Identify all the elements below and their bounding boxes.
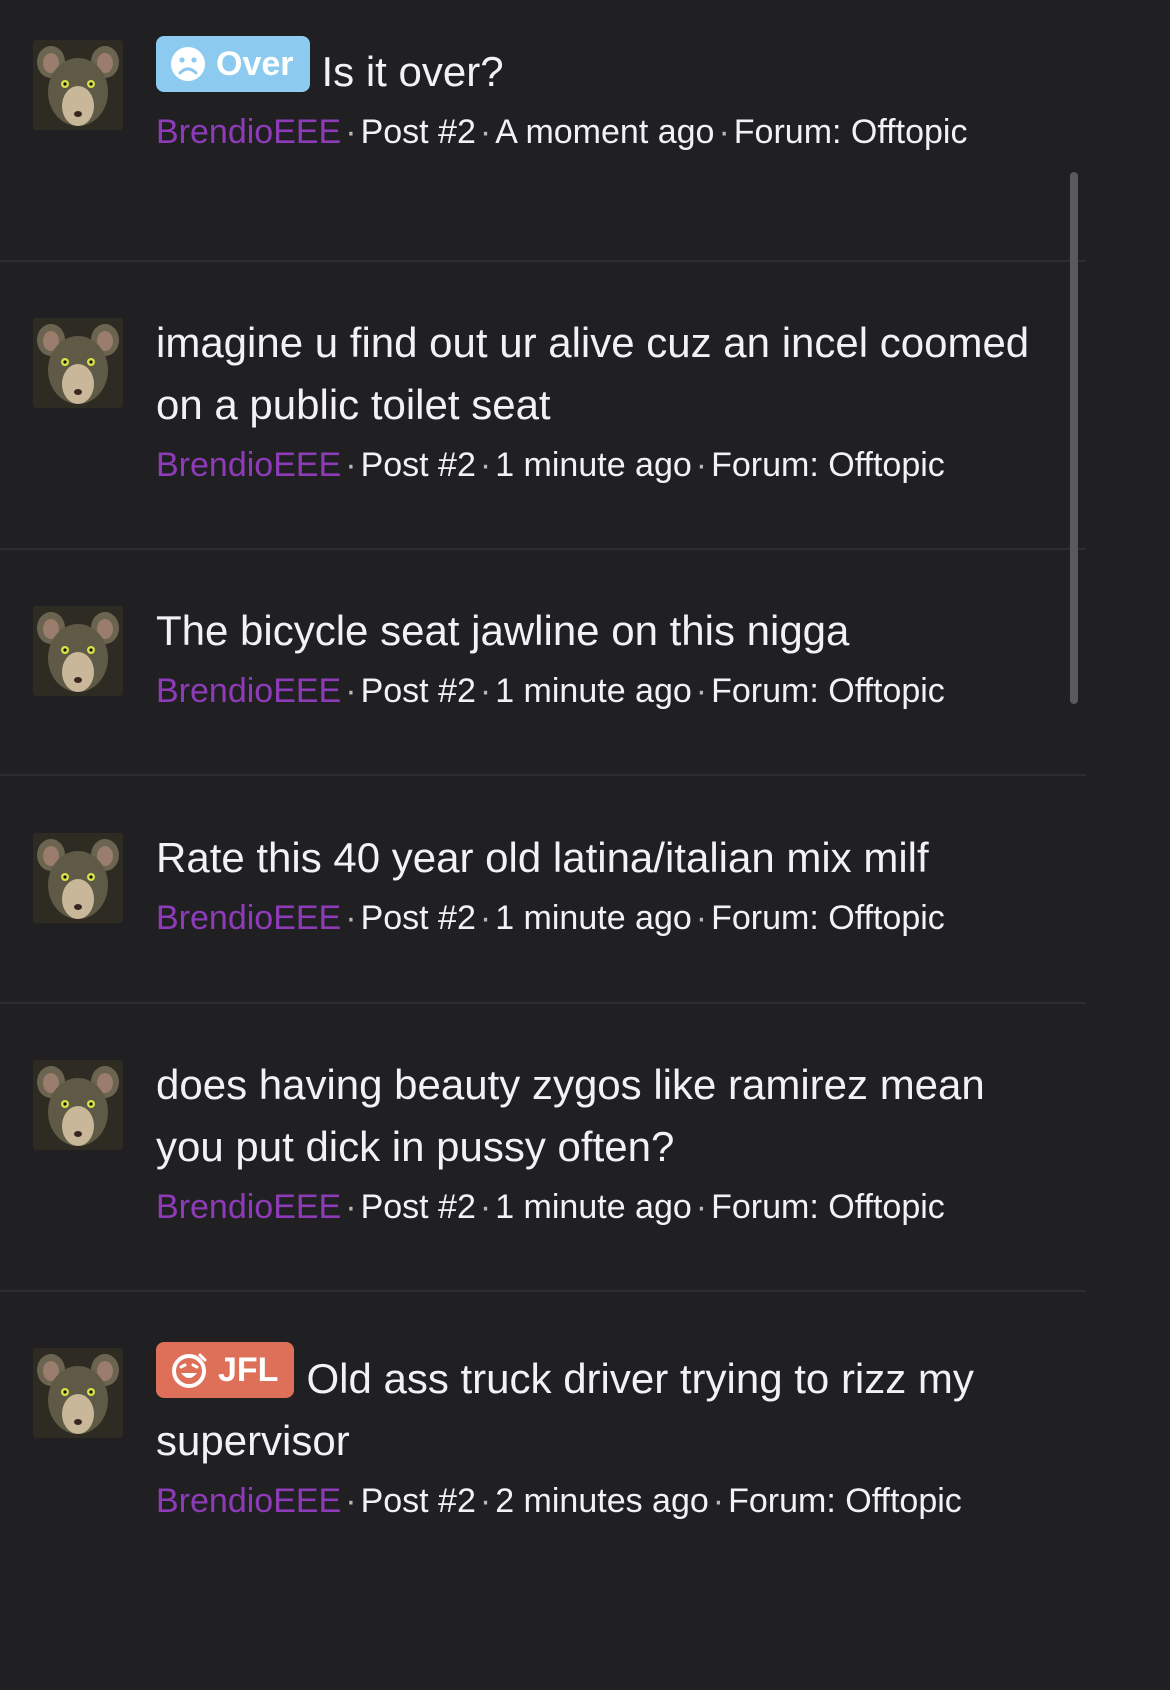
laughing-face-icon bbox=[172, 1353, 207, 1388]
avatar[interactable] bbox=[33, 606, 123, 696]
thread-title[interactable]: imagine u find out ur alive cuz an incel… bbox=[156, 312, 1046, 436]
separator: · bbox=[479, 1188, 492, 1226]
separator: · bbox=[345, 899, 357, 937]
rat-avatar-image bbox=[33, 1060, 123, 1150]
timestamp: 1 minute ago bbox=[495, 899, 692, 937]
post-number: Post #2 bbox=[360, 1482, 476, 1520]
thread-item[interactable]: Rate this 40 year old latina/italian mix… bbox=[0, 776, 1086, 1004]
thread-item[interactable]: The bicycle seat jawline on this nigga B… bbox=[0, 550, 1086, 776]
avatar[interactable] bbox=[33, 40, 123, 130]
thread-meta: BrendioEEE · Post #2 · 1 minute ago · Forum: O… bbox=[156, 1182, 1046, 1232]
separator: · bbox=[345, 113, 357, 151]
separator: · bbox=[479, 1482, 492, 1520]
avatar[interactable] bbox=[33, 1060, 123, 1150]
timestamp: A moment ago bbox=[495, 113, 715, 151]
separator: · bbox=[479, 446, 492, 484]
forum-link[interactable]: Forum: Offtopic bbox=[711, 446, 945, 484]
forum-link[interactable]: Forum: Offtopic bbox=[734, 113, 968, 151]
author-link[interactable]: BrendioEEE bbox=[156, 1482, 341, 1520]
thread-meta: BrendioEEE · Post #2 · 1 minute ago · Forum: O… bbox=[156, 893, 1046, 943]
separator: · bbox=[479, 899, 492, 937]
forum-link[interactable]: Forum: Offtopic bbox=[711, 672, 945, 710]
sad-face-icon bbox=[171, 47, 205, 81]
thread-meta: BrendioEEE · Post #2 · 2 minutes ago · Forum: … bbox=[156, 1476, 1056, 1526]
author-link[interactable]: BrendioEEE bbox=[156, 899, 341, 937]
tag-label: JFL bbox=[218, 1351, 279, 1389]
thread-title[interactable]: Rate this 40 year old latina/italian mix… bbox=[156, 827, 1046, 889]
author-link[interactable]: BrendioEEE bbox=[156, 672, 341, 710]
separator: · bbox=[345, 1482, 357, 1520]
rat-avatar-image bbox=[33, 606, 123, 696]
post-number: Post #2 bbox=[360, 899, 476, 937]
thread-title[interactable]: Is it over? bbox=[322, 48, 504, 95]
timestamp: 1 minute ago bbox=[495, 672, 692, 710]
separator: · bbox=[345, 446, 357, 484]
avatar[interactable] bbox=[33, 1348, 123, 1438]
author-link[interactable]: BrendioEEE bbox=[156, 1188, 341, 1226]
author-link[interactable]: BrendioEEE bbox=[156, 113, 341, 151]
thread-item[interactable]: JFL Old ass truck driver trying to rizz … bbox=[0, 1292, 1086, 1568]
thread-feed: Over Is it over? BrendioEEE · Post #2 · A mo… bbox=[0, 0, 1086, 1568]
post-number: Post #2 bbox=[360, 113, 476, 151]
thread-title[interactable]: does having beauty zygos like ramirez me… bbox=[156, 1054, 1046, 1178]
post-number: Post #2 bbox=[360, 446, 476, 484]
avatar[interactable] bbox=[33, 318, 123, 408]
thread-meta: BrendioEEE · Post #2 · 1 minute ago · Forum: O… bbox=[156, 666, 1046, 716]
separator: · bbox=[345, 1188, 357, 1226]
separator: · bbox=[718, 113, 730, 151]
thread-item[interactable]: Over Is it over? BrendioEEE · Post #2 · A mo… bbox=[0, 0, 1086, 262]
separator: · bbox=[695, 446, 708, 484]
tag-jfl[interactable]: JFL bbox=[156, 1342, 295, 1398]
author-link[interactable]: BrendioEEE bbox=[156, 446, 341, 484]
thread-title-line[interactable]: JFL Old ass truck driver trying to rizz … bbox=[156, 1342, 1056, 1472]
rat-avatar-image bbox=[33, 318, 123, 408]
separator: · bbox=[695, 672, 708, 710]
tag-over[interactable]: Over bbox=[156, 36, 310, 92]
thread-item[interactable]: does having beauty zygos like ramirez me… bbox=[0, 1004, 1086, 1292]
scrollbar[interactable] bbox=[1070, 172, 1078, 704]
forum-link[interactable]: Forum: Offtopic bbox=[711, 899, 945, 937]
rat-avatar-image bbox=[33, 833, 123, 923]
forum-link[interactable]: Forum: Offtopic bbox=[711, 1188, 945, 1226]
separator: · bbox=[695, 1188, 708, 1226]
timestamp: 2 minutes ago bbox=[495, 1482, 709, 1520]
thread-meta: BrendioEEE · Post #2 · A moment ago · Forum: O… bbox=[156, 107, 1046, 157]
separator: · bbox=[479, 672, 492, 710]
timestamp: 1 minute ago bbox=[495, 446, 692, 484]
rat-avatar-image bbox=[33, 1348, 123, 1438]
avatar[interactable] bbox=[33, 833, 123, 923]
rat-avatar-image bbox=[33, 40, 123, 130]
separator: · bbox=[479, 113, 492, 151]
thread-title[interactable]: The bicycle seat jawline on this nigga bbox=[156, 600, 1046, 662]
separator: · bbox=[695, 899, 708, 937]
post-number: Post #2 bbox=[360, 1188, 476, 1226]
thread-item[interactable]: imagine u find out ur alive cuz an incel… bbox=[0, 262, 1086, 550]
timestamp: 1 minute ago bbox=[495, 1188, 692, 1226]
forum-link[interactable]: Forum: Offtopic bbox=[728, 1482, 962, 1520]
post-number: Post #2 bbox=[360, 672, 476, 710]
thread-title-line[interactable]: Over Is it over? bbox=[156, 36, 1046, 103]
tag-label: Over bbox=[216, 45, 294, 83]
separator: · bbox=[712, 1482, 725, 1520]
thread-meta: BrendioEEE · Post #2 · 1 minute ago · Forum: O… bbox=[156, 440, 1046, 490]
separator: · bbox=[345, 672, 357, 710]
